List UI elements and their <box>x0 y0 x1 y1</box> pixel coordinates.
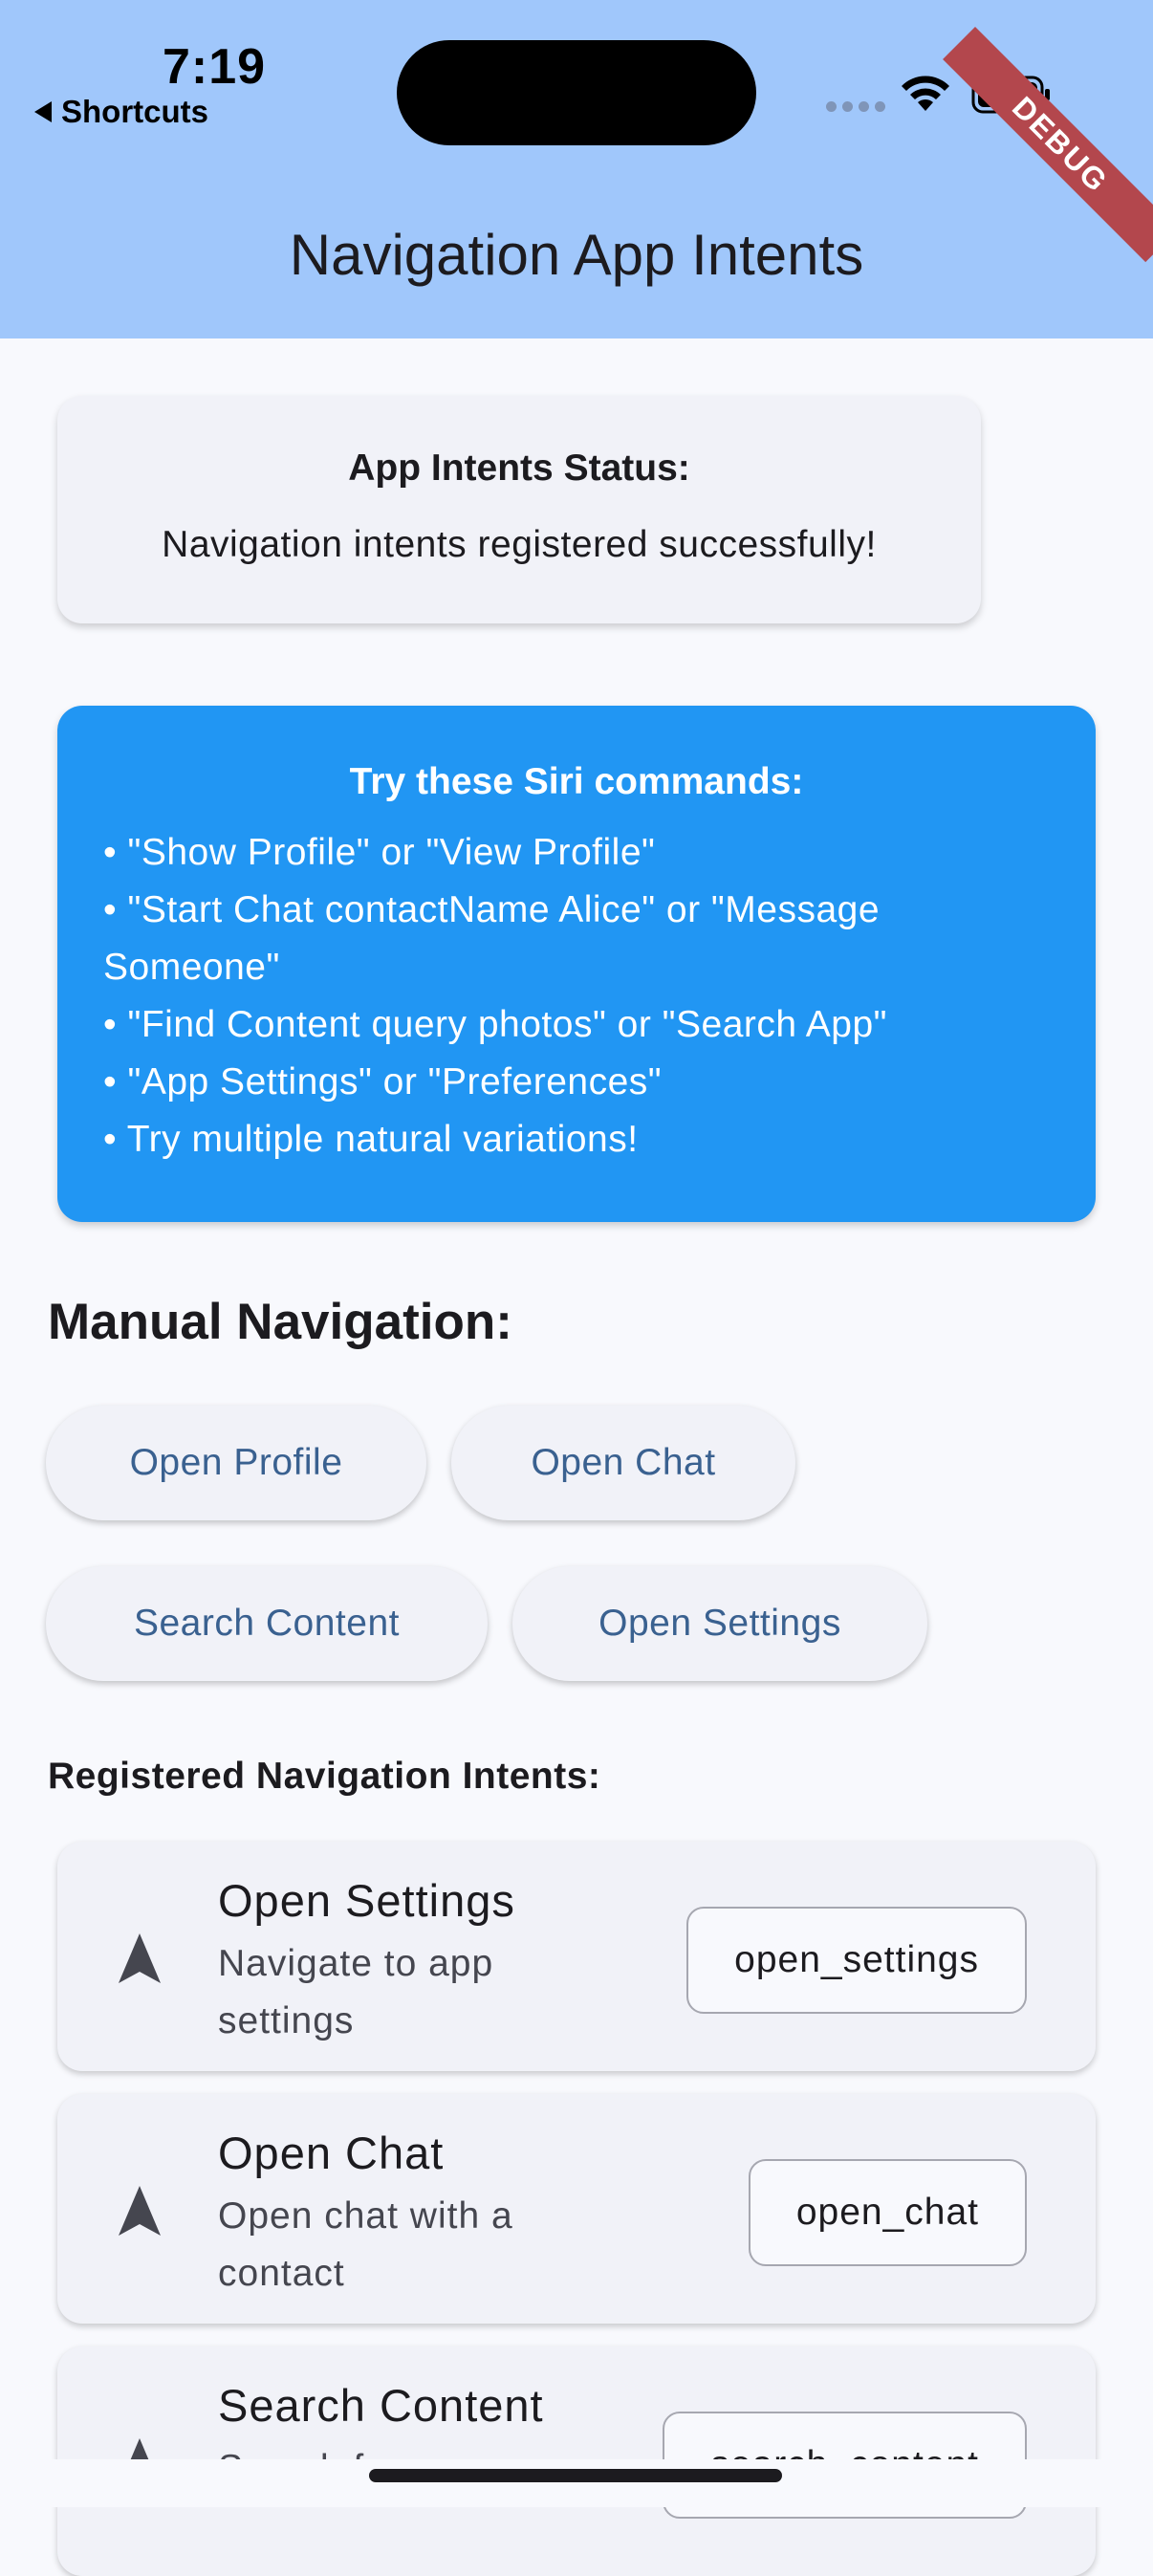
app-bar: 7:19 Shortcuts DEBUG Navigation App Inte… <box>0 0 1153 338</box>
intents-status-card: App Intents Status: Navigation intents r… <box>57 396 981 623</box>
cellular-signal-icon <box>826 101 885 112</box>
status-card-heading: App Intents Status: <box>348 448 690 489</box>
siri-command-list: • "Show Profile" or "View Profile" • "St… <box>103 824 1052 1168</box>
manual-navigation-heading: Manual Navigation: <box>48 1294 512 1350</box>
intent-description: Navigate to app settings <box>218 1943 494 2041</box>
open-chat-button[interactable]: Open Chat <box>451 1406 795 1520</box>
home-indicator[interactable] <box>369 2469 782 2482</box>
intent-card-open-chat[interactable]: Open Chat Open chat with a contact open_… <box>57 2094 1096 2324</box>
registered-intents-heading: Registered Navigation Intents: <box>48 1756 601 1797</box>
siri-command-item: • "Show Profile" or "View Profile" <box>103 832 656 873</box>
navigation-arrow-icon <box>119 1933 161 1983</box>
open-profile-button[interactable]: Open Profile <box>46 1406 426 1520</box>
back-link-label: Shortcuts <box>61 94 209 129</box>
siri-commands-card: Try these Siri commands: • "Show Profile… <box>57 706 1096 1222</box>
siri-card-heading: Try these Siri commands: <box>349 761 804 802</box>
siri-command-item: • "Start Chat contactName Alice" or "Mes… <box>103 889 881 988</box>
intent-name: Open Chat <box>218 2128 445 2178</box>
intent-description: Open chat with a contact <box>218 2195 513 2294</box>
status-time: 7:19 <box>163 39 267 95</box>
intent-card-open-settings[interactable]: Open Settings Navigate to app settings o… <box>57 1842 1096 2071</box>
dynamic-island <box>397 40 756 145</box>
intent-id-chip[interactable]: open_settings <box>686 1907 1027 2014</box>
back-triangle-icon <box>34 101 52 122</box>
intent-name: Open Settings <box>218 1875 515 1926</box>
bottom-safe-area <box>0 2459 1153 2507</box>
wifi-icon <box>902 76 949 111</box>
navigation-arrow-icon <box>119 2186 161 2236</box>
siri-command-item: • Try multiple natural variations! <box>103 1119 639 1160</box>
back-to-shortcuts-link[interactable]: Shortcuts <box>34 94 208 130</box>
siri-command-item: • "Find Content query photos" or "Search… <box>103 1004 887 1045</box>
siri-command-item: • "App Settings" or "Preferences" <box>103 1061 663 1102</box>
status-card-message: Navigation intents registered successful… <box>162 524 877 565</box>
page-title: Navigation App Intents <box>289 223 864 287</box>
search-content-button[interactable]: Search Content <box>46 1566 488 1681</box>
open-settings-button[interactable]: Open Settings <box>512 1566 927 1681</box>
intent-name: Search Content <box>218 2380 544 2431</box>
intent-id-chip[interactable]: open_chat <box>748 2159 1027 2266</box>
